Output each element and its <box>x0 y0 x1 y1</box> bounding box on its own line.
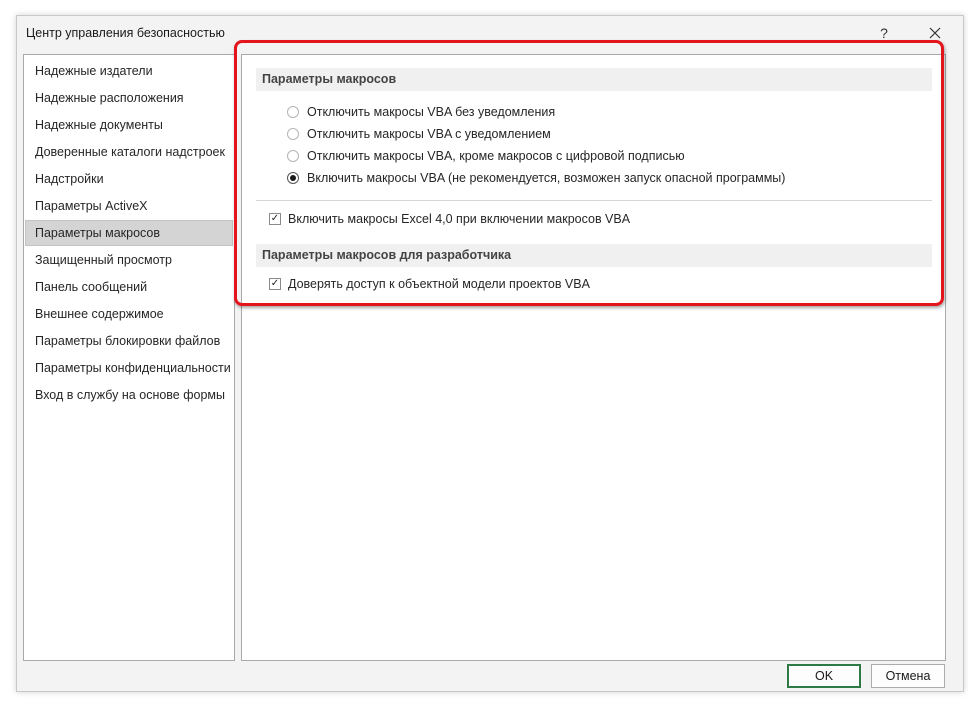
radio-label: Отключить макросы VBA, кроме макросов с … <box>307 149 685 163</box>
radio-label: Включить макросы VBA (не рекомендуется, … <box>307 171 786 185</box>
section-divider <box>256 200 932 201</box>
checkbox-trust-vba-object-model[interactable]: ✓ Доверять доступ к объектной модели про… <box>269 277 590 291</box>
radio-label: Отключить макросы VBA с уведомлением <box>307 127 551 141</box>
sidebar-item-addins[interactable]: Надстройки <box>26 167 232 191</box>
macro-settings-panel: Параметры макросов Отключить макросы VBA… <box>241 54 946 661</box>
sidebar-item-form-based-signin[interactable]: Вход в службу на основе формы <box>26 383 232 407</box>
trust-center-dialog: Центр управления безопасностью ? Надежны… <box>16 15 964 692</box>
checkbox[interactable]: ✓ <box>269 213 281 225</box>
radio-enable-all-macros[interactable]: Включить макросы VBA (не рекомендуется, … <box>287 171 785 185</box>
developer-settings-header: Параметры макросов для разработчика <box>256 244 932 267</box>
radio-button-selected[interactable] <box>287 172 299 184</box>
radio-disable-except-signed[interactable]: Отключить макросы VBA, кроме макросов с … <box>287 149 685 163</box>
sidebar-item-protected-view[interactable]: Защищенный просмотр <box>26 248 232 272</box>
sidebar-item-trusted-documents[interactable]: Надежные документы <box>26 113 232 137</box>
close-button[interactable] <box>918 20 952 46</box>
dialog-title: Центр управления безопасностью <box>26 26 225 40</box>
sidebar-item-macro-settings[interactable]: Параметры макросов <box>25 220 233 246</box>
sidebar-item-trusted-locations[interactable]: Надежные расположения <box>26 86 232 110</box>
checkbox[interactable]: ✓ <box>269 278 281 290</box>
checkbox-enable-excel4-macros[interactable]: ✓ Включить макросы Excel 4,0 при включен… <box>269 212 630 226</box>
radio-label: Отключить макросы VBA без уведомления <box>307 105 556 119</box>
checkbox-label: Включить макросы Excel 4,0 при включении… <box>288 212 631 226</box>
sidebar-item-external-content[interactable]: Внешнее содержимое <box>26 302 232 326</box>
radio-disable-with-notification[interactable]: Отключить макросы VBA с уведомлением <box>287 127 551 141</box>
close-icon <box>929 27 941 39</box>
sidebar-item-trusted-addin-catalogs[interactable]: Доверенные каталоги надстроек <box>26 140 232 164</box>
cancel-button[interactable]: Отмена <box>871 664 945 688</box>
macro-settings-header: Параметры макросов <box>256 68 932 91</box>
checkmark-icon: ✓ <box>270 213 280 224</box>
checkmark-icon: ✓ <box>270 278 280 289</box>
sidebar-item-activex[interactable]: Параметры ActiveX <box>26 194 232 218</box>
sidebar-item-message-bar[interactable]: Панель сообщений <box>26 275 232 299</box>
help-button[interactable]: ? <box>867 20 901 46</box>
checkbox-label: Доверять доступ к объектной модели проек… <box>288 277 590 291</box>
sidebar-item-privacy[interactable]: Параметры конфиденциальности <box>26 356 232 380</box>
settings-sidebar: Надежные издатели Надежные расположения … <box>23 54 235 661</box>
radio-button[interactable] <box>287 128 299 140</box>
ok-button[interactable]: OK <box>787 664 861 688</box>
sidebar-item-file-block[interactable]: Параметры блокировки файлов <box>26 329 232 353</box>
title-bar: Центр управления безопасностью ? <box>17 16 963 50</box>
sidebar-item-trusted-publishers[interactable]: Надежные издатели <box>26 59 232 83</box>
radio-disable-without-notification[interactable]: Отключить макросы VBA без уведомления <box>287 105 555 119</box>
radio-button[interactable] <box>287 150 299 162</box>
radio-button[interactable] <box>287 106 299 118</box>
